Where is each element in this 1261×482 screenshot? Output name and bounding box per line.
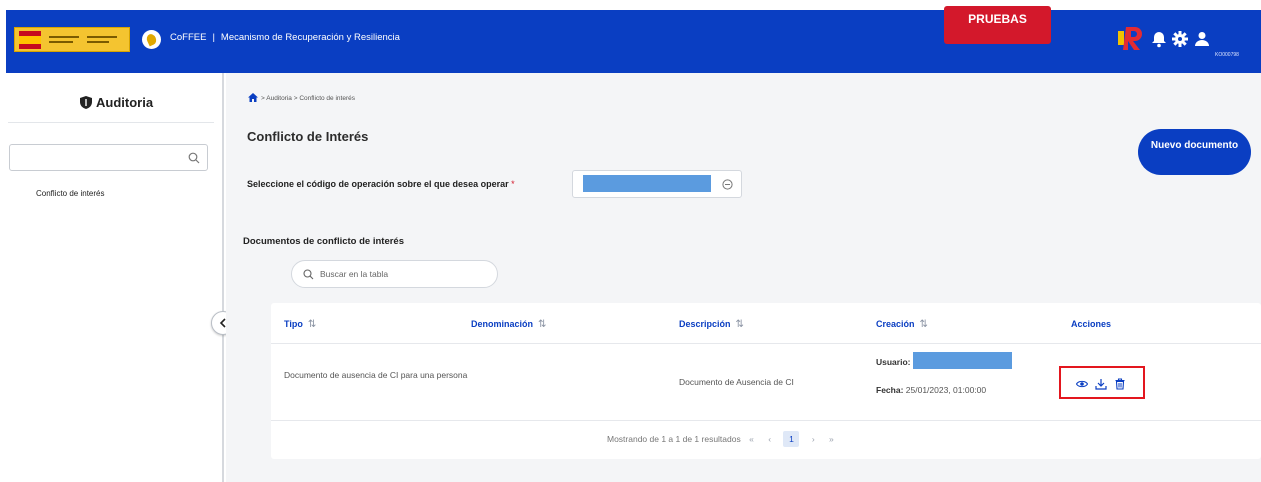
- redacted-value: [583, 175, 711, 192]
- first-page-button[interactable]: «: [749, 434, 754, 444]
- environment-badge: PRUEBAS: [944, 6, 1051, 44]
- bell-icon[interactable]: [1150, 30, 1168, 48]
- app-title: CoFFEE | Mecanismo de Recuperación y Resil…: [170, 32, 400, 43]
- cell-creacion-fecha: Fecha: 25/01/2023, 01:00:00: [876, 385, 987, 395]
- government-logo: [14, 27, 130, 52]
- operation-code-label: Seleccione el código de operación sobre …: [247, 179, 515, 189]
- home-icon[interactable]: [248, 93, 258, 102]
- column-header-creacion[interactable]: Creación ⇅: [876, 319, 928, 330]
- clear-icon[interactable]: [722, 179, 733, 190]
- cell-descripcion: Documento de Ausencia de CI: [679, 377, 794, 387]
- table-row-divider: [271, 420, 1261, 421]
- sort-icon: ⇅: [538, 319, 547, 330]
- eye-icon[interactable]: [1076, 378, 1088, 390]
- page-title: Conflicto de Interés: [247, 129, 369, 144]
- main-content: > Auditoria > Conflicto de interés Confl…: [226, 73, 1261, 482]
- search-icon: [188, 152, 200, 164]
- column-header-acciones: Acciones: [1071, 319, 1112, 329]
- app-subtitle: Mecanismo de Recuperación y Resiliencia: [220, 32, 400, 43]
- pagination: Mostrando de 1 a 1 de 1 resultados « ‹ 1…: [607, 431, 840, 447]
- gear-icon[interactable]: [1171, 30, 1189, 48]
- prev-page-button[interactable]: ‹: [768, 434, 771, 444]
- page-1-button[interactable]: 1: [783, 431, 800, 447]
- sidebar-search-input[interactable]: [9, 144, 208, 171]
- top-header: CoFFEE | Mecanismo de Recuperación y Resil…: [6, 6, 1261, 73]
- sort-icon: ⇅: [919, 319, 928, 330]
- breadcrumb: > Auditoria > Conflicto de interés: [248, 93, 355, 102]
- table-search-placeholder: Buscar en la tabla: [320, 269, 389, 279]
- download-icon[interactable]: [1095, 378, 1107, 390]
- shield-icon: [80, 96, 92, 109]
- sidebar: Auditoria Conflicto de interés: [6, 73, 224, 482]
- next-page-button[interactable]: ›: [812, 434, 815, 444]
- cell-tipo: Documento de ausencia de CI para una per…: [284, 370, 468, 380]
- search-icon: [303, 269, 314, 280]
- column-header-denominacion[interactable]: Denominación ⇅: [471, 319, 546, 330]
- sidebar-item-conflicto-de-interes[interactable]: Conflicto de interés: [36, 189, 104, 198]
- sidebar-title: Auditoria: [80, 95, 153, 110]
- documents-table: Tipo ⇅ Denominación ⇅ Descripción ⇅ Creació…: [271, 303, 1261, 459]
- cell-creacion-usuario: Usuario:: [876, 352, 1013, 369]
- pagination-summary: Mostrando de 1 a 1 de 1 resultados: [607, 434, 741, 444]
- sort-icon: ⇅: [307, 319, 317, 330]
- documents-section-title: Documentos de conflicto de interés: [243, 236, 404, 247]
- recovery-plan-logo-icon: [1118, 27, 1142, 50]
- app-name: CoFFEE: [170, 32, 207, 43]
- column-header-descripcion[interactable]: Descripción ⇅: [679, 319, 744, 330]
- breadcrumb-item-current: Conflicto de interés: [299, 95, 355, 102]
- sidebar-divider: [8, 122, 214, 123]
- breadcrumb-item-auditoria[interactable]: Auditoria: [266, 95, 292, 102]
- new-document-button[interactable]: Nuevo documento: [1138, 129, 1251, 175]
- operation-code-select[interactable]: [572, 170, 742, 198]
- trash-icon[interactable]: [1114, 378, 1126, 390]
- coffee-logo-icon: [142, 30, 161, 49]
- table-header-divider: [271, 343, 1261, 344]
- redacted-user: [913, 352, 1013, 369]
- sort-icon: ⇅: [735, 319, 744, 330]
- required-mark: *: [511, 179, 515, 189]
- user-icon[interactable]: [1193, 30, 1211, 48]
- column-header-tipo[interactable]: Tipo ⇅: [284, 319, 316, 330]
- row-actions: [1059, 366, 1145, 399]
- table-search-input[interactable]: Buscar en la tabla: [291, 260, 498, 288]
- user-code: KO000798: [1215, 52, 1239, 58]
- last-page-button[interactable]: »: [829, 434, 834, 444]
